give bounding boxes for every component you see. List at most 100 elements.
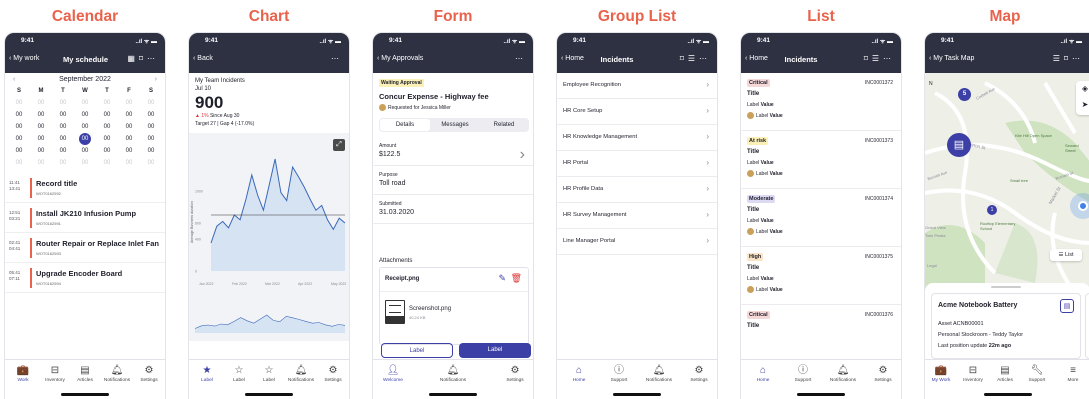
tab-articles[interactable]: ▤ Articles [991, 364, 1019, 383]
back-button[interactable]: ‹ Back [193, 55, 213, 62]
calendar-day[interactable]: 00 [97, 133, 117, 145]
list-item[interactable]: HR Profile Data › [557, 177, 717, 203]
calendar-day[interactable]: 00 [119, 133, 139, 145]
tab-articles[interactable]: ▤ Articles [71, 364, 99, 383]
bookmark-icon[interactable]: ⌑ [1064, 54, 1072, 63]
asset-card[interactable]: Acme Notebook Battery ▤ Asset ACNB00001 … [931, 293, 1081, 359]
tab-support[interactable]: ⓘ Support [605, 364, 633, 383]
calendar-day[interactable]: 00 [141, 133, 161, 145]
calendar-day[interactable]: 00 [53, 157, 73, 169]
next-card[interactable] [1085, 293, 1089, 359]
list-item[interactable]: HR Core Setup › [557, 99, 717, 125]
calendar-day[interactable]: 00 [97, 97, 117, 109]
incident-card[interactable]: Critical INC0001372 Title Label Value Label … [741, 73, 901, 131]
tab-notifications[interactable]: 🔔︎ Notifications [439, 364, 467, 383]
calendar-day[interactable]: 00 [75, 157, 95, 169]
event-row[interactable]: 05:41 07:11 Upgrade Encoder Board WOT016259… [5, 263, 165, 293]
calendar-day[interactable]: 00 [79, 133, 91, 145]
calendar-day[interactable]: 00 [75, 97, 95, 109]
tab-notifications[interactable]: 🔔︎ Notifications [103, 364, 131, 383]
tab-related[interactable]: Related [480, 119, 528, 131]
calendar-day[interactable]: 00 [141, 109, 161, 121]
list-item[interactable]: Line Manager Portal › [557, 229, 717, 255]
list-item[interactable]: HR Knowledge Management › [557, 125, 717, 151]
list-item[interactable]: Employee Recognition › [557, 73, 717, 99]
tab-label-3[interactable]: ☆ Label [255, 364, 283, 383]
calendar-day[interactable]: 00 [31, 121, 51, 133]
locate-icon[interactable]: ➤ [1076, 97, 1089, 113]
cluster-pin[interactable]: 5 [958, 88, 971, 101]
pin-marker[interactable]: 1 [987, 205, 997, 215]
back-button[interactable]: ‹ My work [9, 55, 39, 62]
more-icon[interactable]: ⋯ [1072, 54, 1084, 63]
calendar-day[interactable]: 00 [119, 157, 139, 169]
calendar-day[interactable]: 00 [31, 109, 51, 121]
filter-icon[interactable]: ☰ [688, 54, 699, 63]
tab-messages[interactable]: Messages [430, 119, 480, 131]
event-row[interactable]: 12:51 03:21 Install JK210 Infusion Pump WOT… [5, 203, 165, 233]
calendar-day[interactable]: 00 [97, 157, 117, 169]
tab-settings[interactable]: ⚙ Settings [135, 364, 163, 383]
event-row[interactable]: 02:41 04:41 Router Repair or Replace Inlet… [5, 233, 165, 263]
back-button[interactable]: ‹ My Task Map [929, 55, 974, 62]
primary-button[interactable]: Label [459, 343, 531, 358]
tab-details[interactable]: Details [380, 119, 430, 131]
incident-card[interactable]: At risk INC0001373 Title Label Value Label V… [741, 131, 901, 189]
tab-settings[interactable]: ⚙ Settings [869, 364, 897, 383]
calendar-day[interactable]: 00 [9, 145, 29, 157]
map-view[interactable]: N Clayton St Kite Hill Open Space Seward… [925, 73, 1089, 303]
calendar-day[interactable]: 00 [9, 109, 29, 121]
tab-settings[interactable]: ⚙ Settings [319, 364, 347, 383]
list-item[interactable]: HR Portal › [557, 151, 717, 177]
incident-card[interactable]: High INC0001375 Title Label Value Label Valu… [741, 247, 901, 305]
calendar-day[interactable]: 00 [31, 145, 51, 157]
expand-icon[interactable]: ⤢ [333, 139, 345, 151]
tab-notifications[interactable]: 🔔︎ Notifications [645, 364, 673, 383]
calendar-day[interactable]: 00 [9, 133, 29, 145]
calendar-day[interactable]: 00 [9, 121, 29, 133]
calendar-day[interactable]: 00 [97, 109, 117, 121]
calendar-day[interactable]: 00 [119, 109, 139, 121]
calendar-day[interactable]: 00 [53, 121, 73, 133]
task-pin-icon[interactable]: ▤ [947, 133, 971, 157]
event-row[interactable]: 11:41 13:41 Record title WOT0162592 [5, 173, 165, 203]
calendar-day[interactable]: 00 [119, 121, 139, 133]
tab-my-work[interactable]: 💼 My Work [927, 364, 955, 383]
calendar-day[interactable]: 00 [97, 145, 117, 157]
secondary-button[interactable]: Label [381, 343, 453, 358]
tab-settings[interactable]: ⚙ Settings [501, 364, 529, 383]
calendar-day[interactable]: 00 [53, 145, 73, 157]
list-toggle-button[interactable]: ☰ List [1050, 249, 1082, 261]
calendar-day[interactable]: 00 [119, 145, 139, 157]
incident-card[interactable]: Critical INC0001376 Title [741, 305, 901, 363]
more-icon[interactable]: ⋯ [515, 54, 527, 63]
tab-settings[interactable]: ⚙ Settings [685, 364, 713, 383]
calendar-day[interactable]: 00 [141, 121, 161, 133]
calendar-day[interactable]: 00 [119, 97, 139, 109]
bookmark-icon[interactable]: ⌑ [864, 54, 872, 63]
edit-icon[interactable]: ✎ [498, 273, 506, 284]
filter-icon[interactable]: ☰ [1053, 54, 1064, 63]
tab-label-2[interactable]: ☆ Label [225, 364, 253, 383]
calendar-day[interactable]: 00 [31, 133, 51, 145]
back-button[interactable]: ‹ My Approvals [377, 55, 423, 62]
calendar-icon[interactable]: ▦ [127, 54, 139, 63]
tab-notifications[interactable]: 🔔︎ Notifications [287, 364, 315, 383]
filter-icon[interactable]: ☰ [872, 54, 883, 63]
calendar-day[interactable]: 00 [141, 145, 161, 157]
tab-work[interactable]: 💼 Work [9, 364, 37, 383]
list-item[interactable]: HR Survey Management › [557, 203, 717, 229]
tab-notifications[interactable]: 🔔︎ Notifications [829, 364, 857, 383]
calendar-day[interactable]: 00 [141, 157, 161, 169]
calendar-day[interactable]: 00 [31, 97, 51, 109]
tab-welcome[interactable]: 👤︎ Welcome [379, 364, 407, 383]
task-icon[interactable]: ▤ [1060, 299, 1074, 313]
prev-month-icon[interactable]: ‹ [13, 76, 15, 83]
calendar-day[interactable]: 00 [53, 97, 73, 109]
tab-label-1[interactable]: ★ Label [193, 364, 221, 383]
incident-card[interactable]: Moderate INC0001374 Title Label Value Label … [741, 189, 901, 247]
layers-icon[interactable]: ◈ [1076, 81, 1089, 97]
calendar-day[interactable]: 00 [141, 97, 161, 109]
calendar-day[interactable]: 00 [53, 133, 73, 145]
more-icon[interactable]: ⋯ [883, 54, 895, 63]
